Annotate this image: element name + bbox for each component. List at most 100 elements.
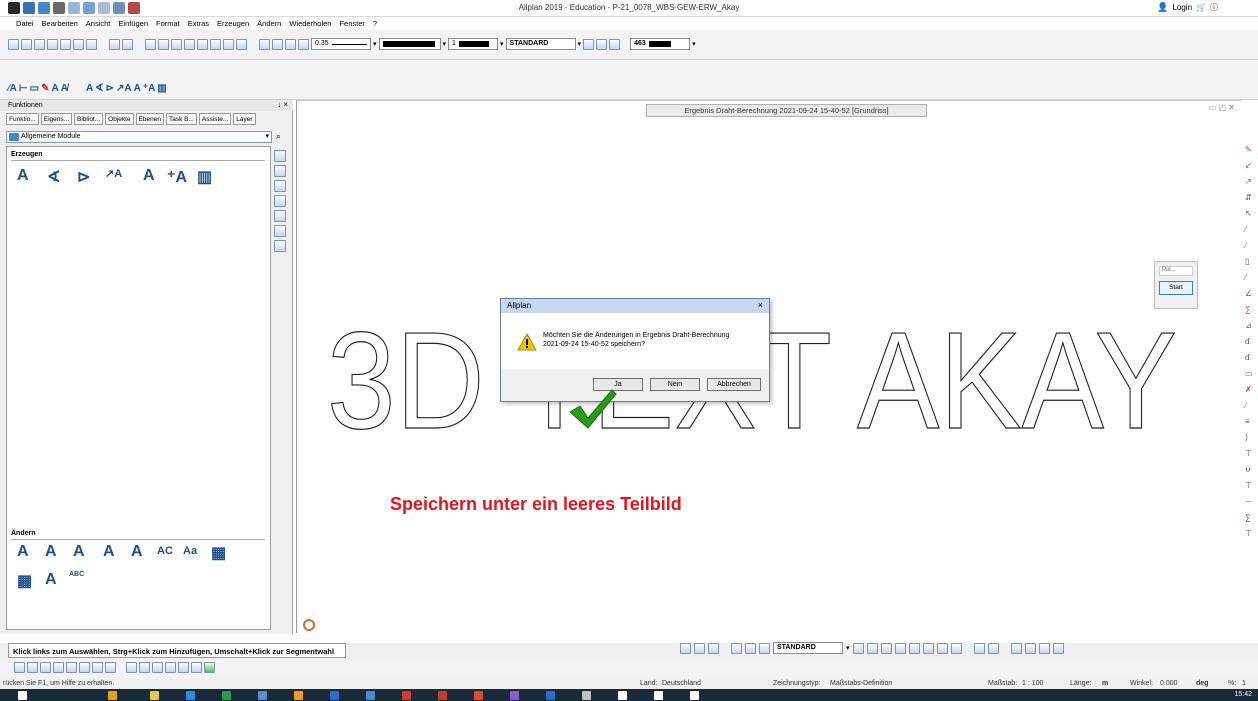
cancel-button[interactable]: Abbrechen <box>707 378 761 391</box>
login-area[interactable]: 👤 Login 🛒 ⓘ <box>1157 2 1218 13</box>
text-tool-icon[interactable]: ↗A <box>116 83 132 94</box>
line-type-select[interactable]: 1 <box>448 38 499 50</box>
layer-3-icon[interactable] <box>609 38 621 50</box>
module-select[interactable]: Allgemeine Module ▾ <box>6 131 272 143</box>
pen-thickness-icon[interactable] <box>298 38 309 50</box>
right-tool-icon[interactable]: ⊤ <box>1245 482 1255 490</box>
taskbar-app-icon[interactable] <box>222 691 231 700</box>
bottom-tool-icon[interactable] <box>165 662 176 673</box>
text-tool-icon[interactable]: A <box>51 83 58 94</box>
grid-2-icon[interactable] <box>745 642 756 654</box>
grid-3-icon[interactable] <box>759 642 770 654</box>
bottom-tool-icon[interactable] <box>40 662 51 673</box>
scale-value[interactable]: 1 : 100 <box>1022 678 1043 689</box>
right-tool-icon[interactable]: ▭ <box>1245 370 1255 378</box>
text-along-icon[interactable]: ↗A <box>105 167 122 180</box>
taskbar-app-icon[interactable] <box>330 691 339 700</box>
modify-text-5-icon[interactable]: A <box>131 543 143 561</box>
right-tool-icon[interactable]: ∑ <box>1245 514 1255 522</box>
side-tool-icon[interactable] <box>274 150 286 162</box>
poi-field[interactable]: Poi... <box>1159 266 1193 276</box>
menu-item[interactable]: Datei <box>12 19 38 28</box>
right-tool-icon[interactable]: ⁄ <box>1245 226 1255 234</box>
view-2-icon[interactable] <box>158 38 169 50</box>
text-align-icon[interactable]: A <box>45 571 57 589</box>
side-tool-icon[interactable] <box>274 165 286 177</box>
right-tool-icon[interactable]: ⊤ <box>1245 450 1255 458</box>
right-tool-icon[interactable]: ∽ <box>1245 498 1255 506</box>
text-tool-icon[interactable]: ▥ <box>157 83 166 94</box>
tab-task-board[interactable]: Task B... <box>165 113 197 125</box>
barcode-icon[interactable]: ▥ <box>197 167 212 187</box>
dropdown-arrow-icon[interactable]: ▾ <box>692 40 696 48</box>
nav-2-icon[interactable] <box>1024 642 1036 654</box>
taskbar-app-icon[interactable] <box>474 691 483 700</box>
tab-layer[interactable]: Layer <box>233 113 256 125</box>
view-6-icon[interactable] <box>223 38 234 50</box>
right-tool-icon[interactable]: ∕ <box>1245 402 1255 410</box>
bottom-tool-icon[interactable] <box>152 662 163 673</box>
nav-icon[interactable] <box>1010 642 1022 654</box>
bottom-tool-icon[interactable] <box>191 662 202 673</box>
filter-3-icon[interactable] <box>880 642 892 654</box>
view-3-icon[interactable] <box>171 38 182 50</box>
filter-2-icon[interactable] <box>866 642 878 654</box>
color-select[interactable] <box>378 38 441 50</box>
dropdown-arrow-icon[interactable]: ▾ <box>578 40 582 48</box>
taskbar-app-icon[interactable] <box>546 691 555 700</box>
right-tool-icon[interactable]: ↖ <box>1245 210 1255 218</box>
text-create-icon[interactable]: A <box>17 167 29 185</box>
menu-item[interactable]: Bearbeiten <box>38 19 82 28</box>
layer-icon[interactable] <box>583 38 595 50</box>
modify-text-2-icon[interactable]: A <box>45 543 57 561</box>
snap-icon[interactable] <box>680 642 691 654</box>
grid-icon[interactable] <box>731 642 742 654</box>
taskbar-app-icon[interactable] <box>258 691 267 700</box>
text-tool-icon[interactable]: ⊳ <box>106 83 114 94</box>
right-tool-icon[interactable]: ∕ <box>1245 242 1255 250</box>
menu-item[interactable]: Erzeugen <box>213 19 253 28</box>
right-tool-icon[interactable]: ⊤ <box>1245 530 1255 538</box>
leader-create-icon[interactable]: ⊳ <box>77 167 90 187</box>
menu-item[interactable]: Ansicht <box>82 19 115 28</box>
taskbar-app-icon[interactable] <box>690 691 699 700</box>
bottom-tool-icon[interactable] <box>53 662 64 673</box>
right-tool-icon[interactable]: ⇵ <box>1245 194 1255 202</box>
taskbar-app-icon[interactable] <box>438 691 447 700</box>
text-tool-icon[interactable]: ∢ <box>95 83 103 94</box>
modify-text-4-icon[interactable]: A <box>103 543 115 561</box>
modify-text-icon[interactable]: A <box>17 543 29 561</box>
filter-5-icon[interactable] <box>908 642 920 654</box>
modify-case-2-icon[interactable]: Aa <box>183 545 197 557</box>
right-tool-icon[interactable]: ⁄ <box>1245 274 1255 282</box>
filter-8-icon[interactable] <box>950 642 962 654</box>
modify-text-3-icon[interactable]: A <box>73 543 85 561</box>
view-4-icon[interactable] <box>197 38 208 50</box>
taskbar-app-icon[interactable] <box>510 691 519 700</box>
text-tool-icon[interactable]: ⊢ <box>19 83 28 94</box>
text-tool-icon[interactable]: A <box>86 83 93 94</box>
menu-item[interactable]: Wiederholen <box>285 19 335 28</box>
snap-3-icon[interactable] <box>708 642 719 654</box>
filter-7-icon[interactable] <box>936 642 948 654</box>
menu-item[interactable]: Ändern <box>253 19 285 28</box>
label-create-icon[interactable]: ∢ <box>47 167 60 187</box>
tab-layers[interactable]: Ebenen <box>135 113 164 125</box>
menu-item[interactable]: ? <box>369 19 381 28</box>
angle-value[interactable]: 0.000 <box>1160 678 1178 689</box>
drawing-type-value[interactable]: Maßstabs-Definition <box>830 678 892 689</box>
right-tool-icon[interactable]: ↗ <box>1245 178 1255 186</box>
filter-6-icon[interactable] <box>922 642 934 654</box>
view-7-icon[interactable] <box>236 38 247 50</box>
view-1-icon[interactable] <box>145 38 156 50</box>
filter-4-icon[interactable] <box>894 642 906 654</box>
length-value[interactable]: m <box>1102 678 1108 689</box>
cart-icon[interactable]: 🛒 <box>1196 3 1206 12</box>
document-tab-title[interactable]: Ergebnis Draht-Berechnung 2021-09-24 15-… <box>646 104 927 117</box>
tab-library[interactable]: Bibliot... <box>74 113 104 125</box>
taskbar-app-icon[interactable] <box>402 691 411 700</box>
text-add-icon[interactable]: ⁺A <box>167 167 187 187</box>
side-tool-icon[interactable] <box>274 225 286 237</box>
format-painter-icon[interactable] <box>272 38 283 50</box>
pattern-select[interactable]: STANDARD <box>505 38 576 50</box>
